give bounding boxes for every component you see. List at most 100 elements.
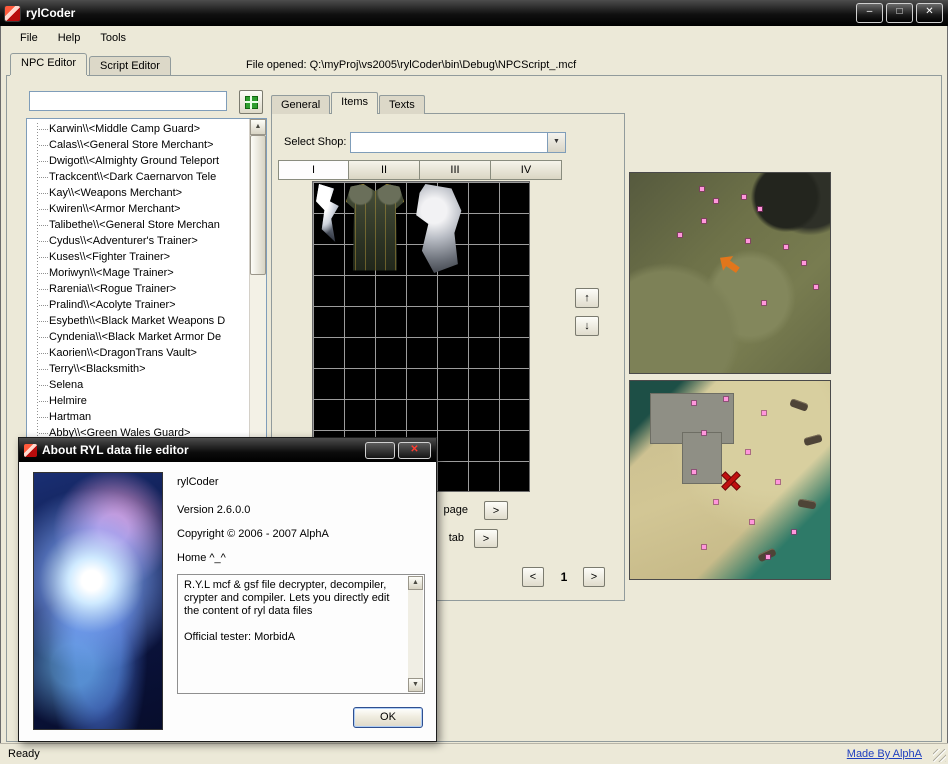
app-window: rylCoder – □ ✕ File Help Tools NPC Edito… [0,0,948,764]
npc-tree-item[interactable]: Calas\\<General Store Merchant> [29,137,249,153]
maximize-button[interactable]: □ [886,3,913,23]
dialog-body: rylCoder Version 2.6.0.0 Copyright © 200… [19,462,436,741]
scroll-down-icon[interactable]: ▼ [408,678,423,692]
npc-marker-dot [702,431,706,435]
npc-tree-item[interactable]: Esybeth\\<Black Market Weapons D [29,313,249,329]
tab-npc-editor[interactable]: NPC Editor [10,53,87,75]
npc-marker-dot [746,239,750,243]
scroll-up-icon[interactable]: ▲ [250,119,266,135]
move-up-button[interactable]: ↑ [575,288,599,308]
npc-marker-dot [776,480,780,484]
shop-tab-4[interactable]: IV [491,160,562,180]
boat-icon [789,398,809,412]
chevron-down-icon[interactable]: ▼ [547,133,565,152]
player-arrow-icon [714,249,745,280]
shop-select[interactable]: ▼ [350,132,566,153]
shop-tab-3[interactable]: III [420,160,491,180]
npc-tree-item[interactable]: Dwigot\\<Almighty Ground Teleport [29,153,249,169]
shop-select-value [351,133,547,152]
minimize-button[interactable]: – [856,3,883,23]
status-bar: Ready Made By AlphA [0,743,948,764]
armor-item[interactable] [346,184,404,273]
ok-button[interactable]: OK [353,707,423,728]
about-description-box[interactable]: R.Y.L mcf & gsf file decrypter, decompil… [177,574,425,694]
next-page-button[interactable]: > [484,501,508,520]
npc-tree-item[interactable]: Cydus\\<Adventurer's Trainer> [29,233,249,249]
npc-tree-item[interactable]: Helmire [29,393,249,409]
npc-tree-item[interactable]: Trackcent\\<Dark Caernarvon Tele [29,169,249,185]
npc-marker-dot [762,411,766,415]
npc-marker-dot [750,520,754,524]
npc-search-input[interactable] [29,91,227,111]
tab-script-editor[interactable]: Script Editor [89,56,171,75]
npc-tree-item[interactable]: Kuses\\<Fighter Trainer> [29,249,249,265]
resize-grip[interactable] [933,749,946,762]
boat-icon [797,498,816,509]
npc-marker-dot [792,530,796,534]
npc-marker-dot [762,301,766,305]
npc-marker-dot [746,450,750,454]
green-grid-icon [245,96,258,109]
npc-marker-dot [784,245,788,249]
npc-marker-dot [714,500,718,504]
npc-tree-item[interactable]: Selena [29,377,249,393]
search-button[interactable] [239,90,263,114]
npc-marker-dot [802,261,806,265]
about-home-link[interactable]: Home ^_^ [177,552,226,564]
wing-item[interactable] [315,184,342,242]
npc-marker-dot [758,207,762,211]
death-marker-icon [722,472,740,490]
npc-tree-item[interactable]: Talibethe\\<General Store Merchan [29,217,249,233]
menu-tools[interactable]: Tools [90,29,136,47]
npc-tree-item[interactable]: Karwin\\<Middle Camp Guard> [29,121,249,137]
dialog-title: About RYL data file editor [42,443,189,457]
dialog-title-bar[interactable]: About RYL data file editor ✕ [19,438,436,462]
status-text: Ready [8,748,40,760]
about-dialog: About RYL data file editor ✕ rylCoder Ve… [18,437,437,742]
npc-tree-item[interactable]: Kwiren\\<Armor Merchant> [29,201,249,217]
npc-tree-item[interactable]: Terry\\<Blacksmith> [29,361,249,377]
npc-tree-item[interactable]: Rarenia\\<Rogue Trainer> [29,281,249,297]
scroll-up-icon[interactable]: ▲ [408,576,423,590]
dialog-minimize-button[interactable] [365,442,395,459]
npc-marker-dot [702,545,706,549]
gauntlet-item[interactable] [408,184,466,273]
npc-marker-dot [766,555,770,559]
move-down-button[interactable]: ↓ [575,316,599,336]
npc-marker-dot [724,397,728,401]
shop-tab-1[interactable]: I [278,160,349,180]
description-scrollbar[interactable]: ▲ ▼ [408,576,423,692]
select-shop-label: Select Shop: [284,136,346,148]
editor-tab-strip: NPC Editor Script Editor [10,53,173,75]
tab-general[interactable]: General [271,95,330,114]
npc-tree-item[interactable]: Kay\\<Weapons Merchant> [29,185,249,201]
title-bar[interactable]: rylCoder – □ ✕ [0,0,948,26]
prev-page-button[interactable]: < [522,567,544,587]
npc-tree-item[interactable]: Moriwyn\\<Mage Trainer> [29,265,249,281]
dialog-close-button[interactable]: ✕ [398,442,431,459]
npc-marker-dot [702,219,706,223]
about-artwork [33,472,163,730]
npc-marker-dot [814,285,818,289]
minimap-north[interactable] [629,172,831,374]
npc-tree-item[interactable]: Hartman [29,409,249,425]
npc-marker-dot [692,470,696,474]
dialog-controls: ✕ [365,442,431,459]
close-button[interactable]: ✕ [916,3,943,23]
scroll-thumb[interactable] [250,135,266,275]
minimap-harbor[interactable] [629,380,831,580]
npc-marker-dot [692,401,696,405]
next-tab-button[interactable]: > [474,529,498,548]
about-description-line2: Official tester: MorbidA [184,631,402,644]
made-by-link[interactable]: Made By AlphA [847,748,922,760]
menu-help[interactable]: Help [48,29,91,47]
dock-structure [682,432,722,483]
pager-next-button[interactable]: > [583,567,605,587]
npc-tree-item[interactable]: Cyndenia\\<Black Market Armor De [29,329,249,345]
menu-file[interactable]: File [10,29,48,47]
npc-tree-item[interactable]: Kaorien\\<DragonTrans Vault> [29,345,249,361]
tab-texts[interactable]: Texts [379,95,425,114]
shop-tab-2[interactable]: II [349,160,420,180]
tab-items[interactable]: Items [331,92,378,114]
npc-tree-item[interactable]: Pralind\\<Acolyte Trainer> [29,297,249,313]
